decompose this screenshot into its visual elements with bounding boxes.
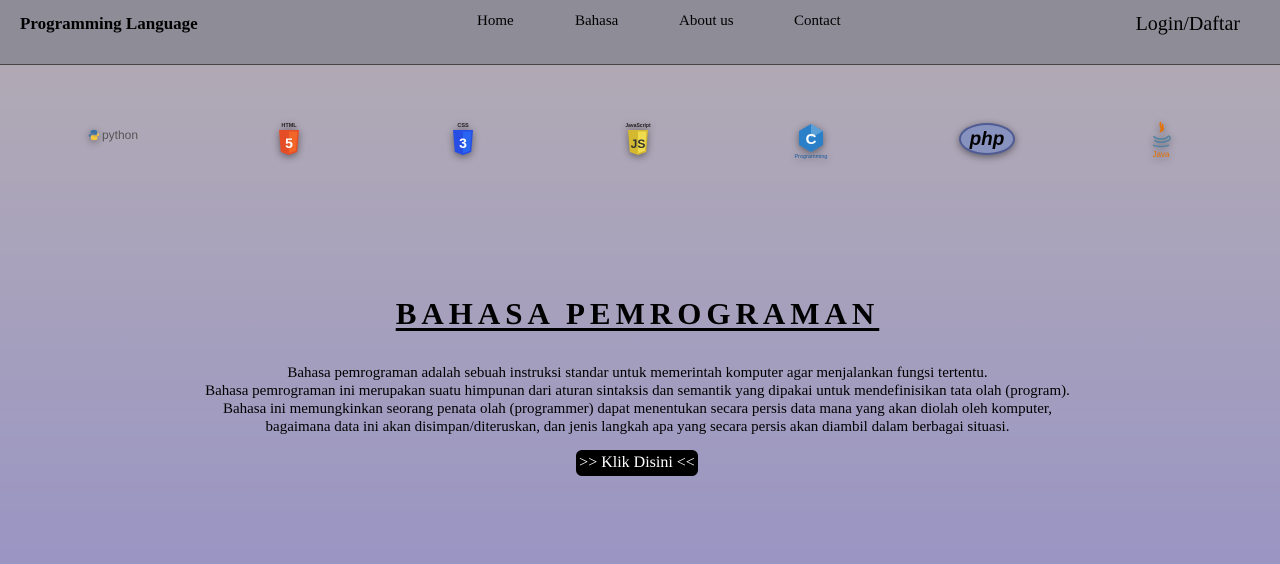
c-language-icon: C Programming	[794, 124, 828, 160]
svg-text:3: 3	[459, 135, 467, 151]
nav-about-us[interactable]: About us	[679, 13, 734, 30]
svg-text:5: 5	[285, 135, 293, 151]
javascript-icon: JavaScript JS	[625, 123, 651, 155]
description-line: Bahasa ini memungkinkan seorang penata o…	[222, 401, 1053, 417]
css3-icon: CSS 3	[453, 123, 473, 155]
description-line: Bahasa pemrograman ini merupakan suatu h…	[205, 383, 1070, 399]
svg-text:JS: JS	[631, 137, 646, 151]
description-line: Bahasa pemrograman adalah sebuah instruk…	[287, 365, 988, 381]
c-programming-logo[interactable]: C Programming	[793, 115, 829, 165]
login-daftar-link[interactable]: Login/Daftar	[1136, 13, 1240, 36]
html5-icon: HTML 5	[279, 123, 299, 155]
page-title: BAHASA PEMROGRAMAN	[395, 296, 880, 331]
c-label: C	[806, 131, 817, 148]
javascript-logo[interactable]: JavaScript JS	[624, 115, 652, 165]
php-icon: php	[959, 123, 1015, 155]
css-label: CSS	[457, 123, 469, 129]
php-label: php	[969, 129, 1005, 150]
navbar: Programming Language Home Bahasa About u…	[0, 0, 1280, 65]
java-label: Java	[1153, 150, 1170, 159]
java-logo[interactable]: Java	[1148, 115, 1174, 165]
html-label: HTML	[281, 123, 297, 129]
python-logo[interactable]: python	[88, 124, 138, 146]
javascript-label: JavaScript	[625, 123, 651, 129]
nav-home[interactable]: Home	[477, 13, 514, 30]
python-label: python	[101, 128, 138, 142]
css-logo[interactable]: CSS 3	[450, 115, 476, 165]
brand-title[interactable]: Programming Language	[20, 14, 198, 34]
php-logo[interactable]: php	[957, 117, 1017, 161]
python-icon	[88, 129, 100, 141]
description: Bahasa pemrograman adalah sebuah instruk…	[0, 364, 1275, 436]
description-line: bagaimana data ini akan disimpan/diterus…	[265, 419, 1010, 435]
nav-bahasa[interactable]: Bahasa	[575, 13, 618, 30]
nav-contact[interactable]: Contact	[794, 13, 841, 30]
java-cup-icon: Java	[1153, 121, 1171, 159]
html-logo[interactable]: HTML 5	[276, 115, 302, 165]
c-caption: Programming	[794, 154, 827, 160]
klik-disini-button[interactable]: >> Klik Disini <<	[576, 450, 698, 476]
